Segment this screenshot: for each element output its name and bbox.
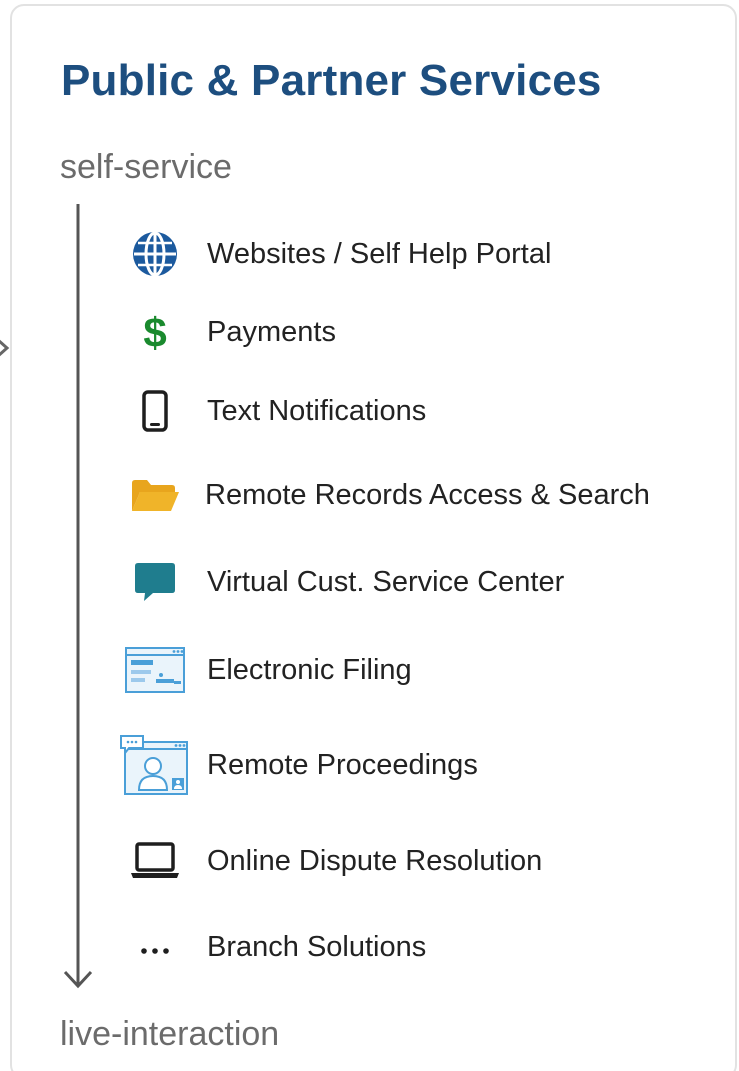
- service-item-label: Remote Records Access & Search: [205, 478, 650, 511]
- service-item-label: Virtual Cust. Service Center: [207, 565, 565, 598]
- globe-icon: [120, 219, 190, 289]
- service-item-remote-records: Remote Records Access & Search: [120, 460, 730, 530]
- laptop-icon: [120, 826, 190, 896]
- web-form-icon: [120, 635, 190, 705]
- service-item-online-dispute-resolution: Online Dispute Resolution: [120, 826, 730, 896]
- service-item-label: Remote Proceedings: [207, 748, 478, 781]
- mobile-phone-icon: [120, 376, 190, 446]
- service-item-websites: Websites / Self Help Portal: [120, 219, 730, 289]
- service-item-label: Websites / Self Help Portal: [207, 237, 552, 270]
- folder-icon: [120, 460, 190, 530]
- video-call-icon: [120, 730, 190, 800]
- service-item-payments: $ Payments: [120, 297, 730, 367]
- service-item-label: Electronic Filing: [207, 653, 412, 686]
- service-item-label: Online Dispute Resolution: [207, 844, 543, 877]
- service-item-label: Branch Solutions: [207, 930, 427, 963]
- service-item-text-notifications: Text Notifications: [120, 376, 730, 446]
- service-item-virtual-service-center: Virtual Cust. Service Center: [120, 547, 730, 617]
- service-item-label: Text Notifications: [207, 394, 427, 427]
- service-item-label: Payments: [207, 315, 336, 348]
- scale-start-label: self-service: [60, 148, 232, 186]
- service-item-electronic-filing: Electronic Filing: [120, 635, 730, 705]
- svg-text:$: $: [143, 309, 166, 355]
- dollar-icon: $: [120, 297, 190, 367]
- service-item-remote-proceedings: Remote Proceedings: [120, 730, 730, 800]
- service-item-branch-solutions: Branch Solutions: [120, 912, 730, 982]
- chat-bubble-icon: [120, 547, 190, 617]
- scale-end-label: live-interaction: [60, 1015, 280, 1053]
- service-panel-stage: Public & Partner Services self-service W…: [0, 0, 739, 1071]
- ellipsis-icon: [120, 912, 190, 982]
- scale-arrow: [63, 204, 93, 989]
- page-title: Public & Partner Services: [61, 56, 602, 105]
